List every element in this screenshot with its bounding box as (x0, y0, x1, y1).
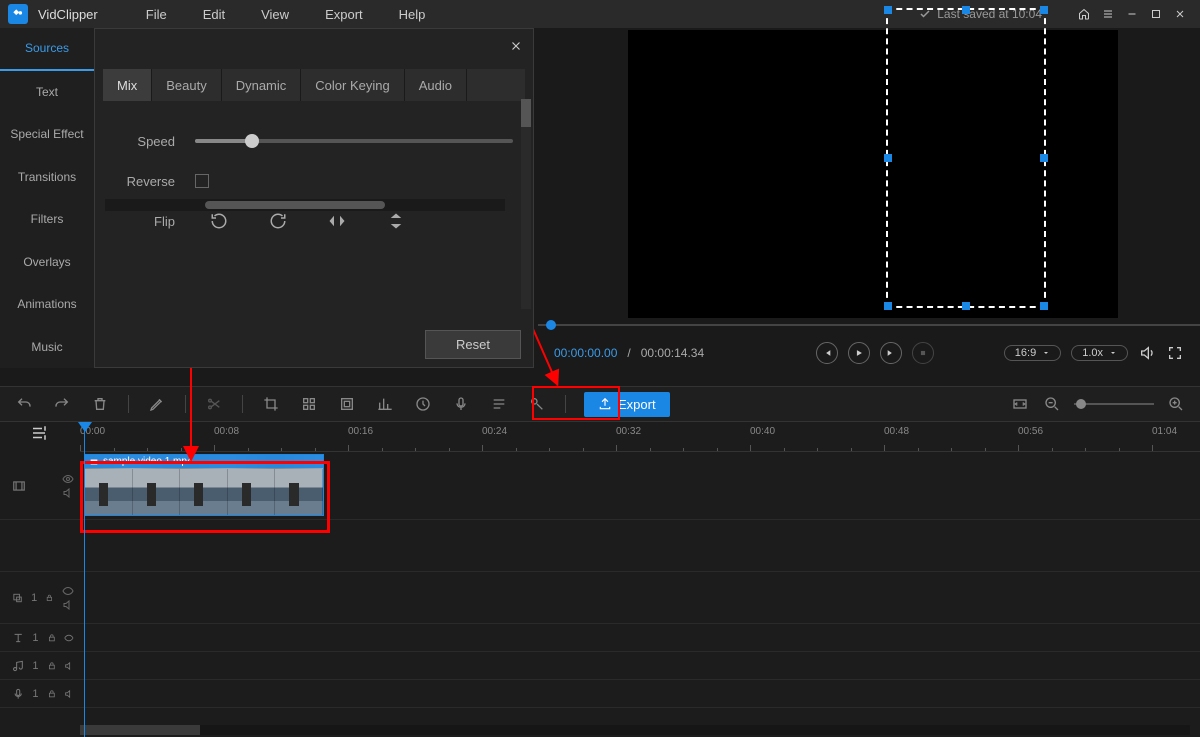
audio-track: 1 (0, 652, 1200, 680)
properties-close-icon[interactable] (509, 39, 523, 58)
timeline-horizontal-scrollbar[interactable] (80, 725, 1190, 735)
properties-horizontal-scrollbar[interactable] (105, 199, 505, 211)
timeline-toolbar: Export (0, 386, 1200, 422)
voiceover-icon[interactable] (451, 394, 471, 414)
sidebar-tab-overlays[interactable]: Overlays (0, 241, 94, 283)
menu-help[interactable]: Help (381, 7, 444, 22)
rotate-ccw-icon[interactable] (207, 209, 231, 233)
preview-canvas[interactable] (628, 30, 1118, 318)
app-icon (8, 4, 28, 24)
sidebar-tab-special-effect[interactable]: Special Effect (0, 113, 94, 155)
flip-vertical-icon[interactable] (384, 209, 408, 233)
sidebar-tab-animations[interactable]: Animations (0, 283, 94, 325)
app-name: VidClipper (38, 7, 98, 22)
text-track: 1 (0, 624, 1200, 652)
hamburger-icon[interactable] (1096, 2, 1120, 26)
preview-scrubber[interactable] (538, 324, 1200, 326)
duration-icon[interactable] (413, 394, 433, 414)
props-tab-beauty[interactable]: Beauty (152, 69, 221, 101)
export-button[interactable]: Export (584, 392, 670, 417)
speech-to-text-icon[interactable] (527, 394, 547, 414)
time-current: 00:00:00.00 (554, 346, 617, 360)
props-tab-mix[interactable]: Mix (103, 69, 152, 101)
overlay-track: 1 (0, 572, 1200, 624)
sidebar-tab-sources[interactable]: Sources (0, 28, 94, 71)
play-button[interactable] (848, 342, 870, 364)
sidebar-tab-music[interactable]: Music (0, 325, 94, 367)
sidebar: Sources Text Special Effect Transitions … (0, 28, 94, 368)
fullscreen-icon[interactable] (1166, 345, 1184, 361)
time-total: 00:00:14.34 (641, 346, 704, 360)
menu-export[interactable]: Export (307, 7, 381, 22)
properties-panel: Mix Beauty Dynamic Color Keying Audio Sp… (94, 28, 534, 368)
text-to-speech-icon[interactable] (489, 394, 509, 414)
sidebar-tab-transitions[interactable]: Transitions (0, 156, 94, 198)
menu-view[interactable]: View (243, 7, 307, 22)
flip-horizontal-icon[interactable] (325, 209, 349, 233)
playback-bar: 00:00:00.00 / 00:00:14.34 16:9 1.0x (538, 338, 1200, 368)
prev-frame-button[interactable] (816, 342, 838, 364)
maximize-icon[interactable] (1144, 2, 1168, 26)
annotation-clip-highlight (80, 461, 330, 533)
sidebar-tab-text[interactable]: Text (0, 71, 94, 113)
menu-file[interactable]: File (128, 7, 185, 22)
zoom-out-icon[interactable] (1042, 394, 1062, 414)
home-icon[interactable] (1072, 2, 1096, 26)
crop-icon[interactable] (261, 394, 281, 414)
props-tab-color-keying[interactable]: Color Keying (301, 69, 404, 101)
zoom-in-icon[interactable] (1166, 394, 1186, 414)
zoom-slider[interactable] (1074, 403, 1154, 405)
preview-area (538, 28, 1200, 338)
mosaic-icon[interactable] (299, 394, 319, 414)
chart-icon[interactable] (375, 394, 395, 414)
playhead[interactable] (84, 422, 85, 737)
aspect-ratio-selector[interactable]: 16:9 (1004, 345, 1061, 361)
menu-edit[interactable]: Edit (185, 7, 243, 22)
fit-timeline-icon[interactable] (1010, 394, 1030, 414)
crop-rectangle[interactable] (886, 8, 1046, 308)
timeline-ruler[interactable]: 00:00 00:08 00:16 00:24 00:32 00:40 00:4… (80, 422, 1200, 452)
split-icon[interactable] (204, 394, 224, 414)
sidebar-tab-filters[interactable]: Filters (0, 198, 94, 240)
props-tab-audio[interactable]: Audio (405, 69, 467, 101)
stop-button[interactable] (912, 342, 934, 364)
reverse-checkbox[interactable] (195, 174, 209, 188)
flip-label: Flip (115, 214, 175, 229)
reset-button[interactable]: Reset (425, 330, 521, 359)
voiceover-track: 1 (0, 680, 1200, 708)
delete-icon[interactable] (90, 394, 110, 414)
redo-icon[interactable] (52, 394, 72, 414)
minimize-icon[interactable] (1120, 2, 1144, 26)
props-tab-dynamic[interactable]: Dynamic (222, 69, 302, 101)
next-frame-button[interactable] (880, 342, 902, 364)
reverse-label: Reverse (115, 174, 175, 189)
close-icon[interactable] (1168, 2, 1192, 26)
edit-icon[interactable] (147, 394, 167, 414)
volume-icon[interactable] (1138, 345, 1156, 361)
speed-label: Speed (115, 134, 175, 149)
freeze-frame-icon[interactable] (337, 394, 357, 414)
track-options-icon[interactable] (30, 424, 48, 447)
speed-slider[interactable] (195, 139, 513, 143)
playback-speed-selector[interactable]: 1.0x (1071, 345, 1128, 361)
undo-icon[interactable] (14, 394, 34, 414)
rotate-cw-icon[interactable] (266, 209, 290, 233)
